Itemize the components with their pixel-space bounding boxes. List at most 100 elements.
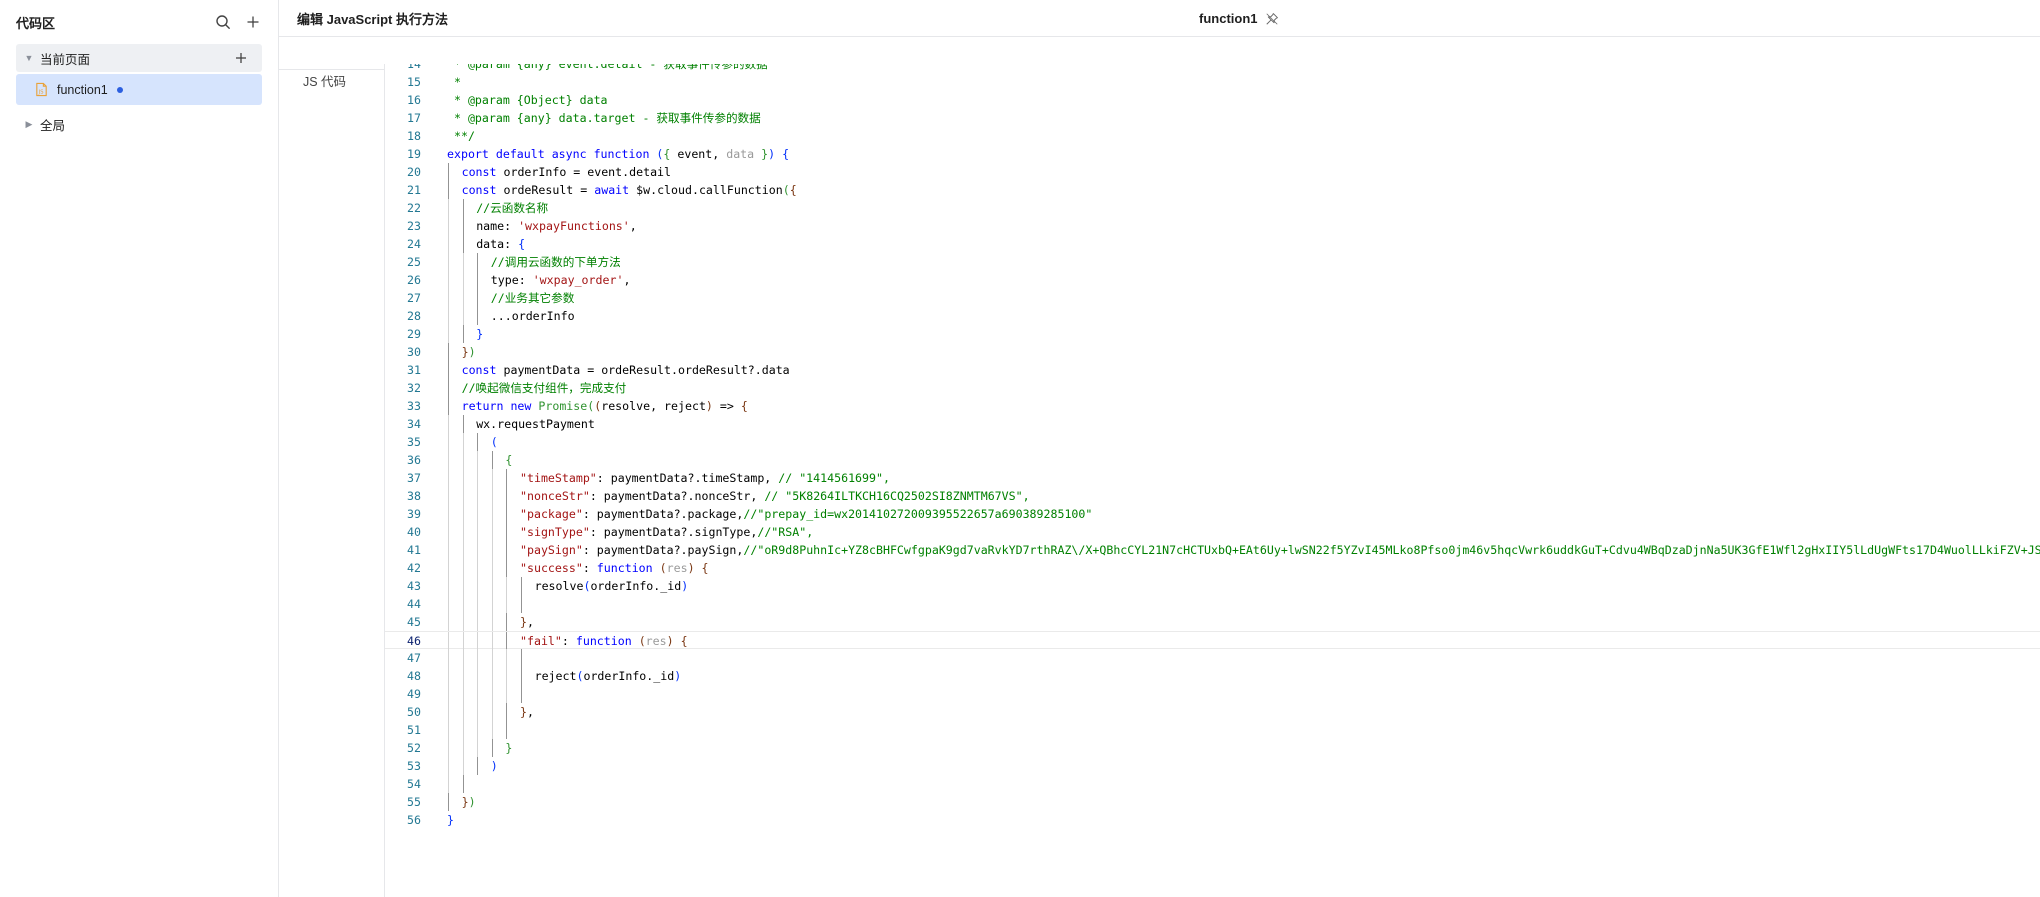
file-item-function1[interactable]: JS function1 — [16, 74, 262, 105]
indent-guide — [477, 271, 479, 289]
line-number: 18 — [407, 129, 421, 143]
sidebar-title: 代码区 — [16, 15, 56, 31]
code-line[interactable]: 25 //调用云函数的下单方法 — [385, 253, 2040, 271]
code-line[interactable]: 50}, — [385, 703, 2040, 721]
code-token: : paymentData?.package, — [582, 507, 744, 521]
indent-guide — [448, 703, 449, 721]
add-function-plus-icon[interactable] — [226, 43, 256, 73]
indent-guide — [477, 667, 479, 685]
code-line[interactable]: 51 — [385, 721, 2040, 739]
code-line[interactable]: 35 ( — [385, 433, 2040, 451]
code-line[interactable]: 14 * @param {any} event.detail - 获取事件传参的… — [385, 64, 2040, 73]
line-number: 51 — [407, 723, 421, 737]
code-line[interactable]: 21 const ordeResult = await $w.cloud.call… — [385, 181, 2040, 199]
indent-guide — [462, 703, 464, 721]
code-line[interactable]: 22 //云函数名称 — [385, 199, 2040, 217]
code-line[interactable]: 18 **/ — [385, 127, 2040, 145]
indent-guide — [506, 505, 508, 523]
code-token: ) — [666, 634, 674, 648]
indent-guide — [491, 577, 493, 595]
indent-guide — [462, 289, 464, 307]
code-token: const — [461, 363, 504, 377]
code-editor[interactable]: 14 * @param {any} event.detail - 获取事件传参的… — [384, 64, 2040, 897]
indent-guide — [462, 541, 464, 559]
code-line[interactable]: 49 — [385, 685, 2040, 703]
tree-group-current-page[interactable]: ▼ 当前页面 — [16, 44, 262, 72]
indent-guide — [448, 721, 449, 739]
indent-guide — [521, 649, 522, 667]
code-line[interactable]: 28 ...orderInfo — [385, 307, 2040, 325]
code-line[interactable]: 34 wx.requestPayment — [385, 415, 2040, 433]
code-token: : paymentData?.paySign, — [582, 543, 744, 557]
code-token: export default async function — [447, 147, 657, 161]
indent-guide — [448, 541, 449, 559]
code-line[interactable]: 32 //唤起微信支付组件，完成支付 — [385, 379, 2040, 397]
line-number: 35 — [407, 435, 421, 449]
indent-guide — [491, 487, 493, 505]
code-text: }, — [520, 703, 534, 721]
code-line[interactable]: 23 name: 'wxpayFunctions', — [385, 217, 2040, 235]
caret-down-icon[interactable]: ▼ — [22, 53, 36, 63]
search-icon[interactable] — [208, 7, 238, 37]
code-text: }) — [462, 343, 476, 361]
code-token: * — [447, 75, 461, 89]
code-line[interactable]: 52} — [385, 739, 2040, 757]
code-line[interactable]: 30}) — [385, 343, 2040, 361]
code-line[interactable]: 44 — [385, 595, 2040, 613]
code-line[interactable]: 38 "nonceStr": paymentData?.nonceStr, // … — [385, 487, 2040, 505]
code-line[interactable]: 54 — [385, 775, 2040, 793]
code-line[interactable]: 37 "timeStamp": paymentData?.timeStamp, /… — [385, 469, 2040, 487]
indent-guide — [462, 523, 464, 541]
line-number: 30 — [407, 345, 421, 359]
code-token: { — [505, 453, 513, 467]
code-text: } — [476, 325, 483, 343]
code-line[interactable]: 29} — [385, 325, 2040, 343]
tree-group-global[interactable]: ▶ 全局 — [16, 110, 262, 138]
caret-right-icon[interactable]: ▶ — [22, 119, 36, 130]
code-token: "timeStamp" — [520, 471, 597, 485]
code-token: ) — [468, 795, 476, 809]
code-line[interactable]: 39 "package": paymentData?.package,//"pre… — [385, 505, 2040, 523]
code-text: * @param {any} data.target - 获取事件传参的数据 — [447, 109, 761, 127]
code-line[interactable]: 45}, — [385, 613, 2040, 631]
line-number: 50 — [407, 705, 421, 719]
code-token: , — [629, 219, 637, 233]
code-line[interactable]: 19 export default async function ({ event… — [385, 145, 2040, 163]
code-line[interactable]: 56} — [385, 811, 2040, 829]
tab-function1[interactable]: function1 — [1199, 0, 1279, 37]
code-token: : paymentData?.timeStamp, — [596, 471, 779, 485]
indent-guide — [462, 235, 464, 253]
code-line[interactable]: 40 "signType": paymentData?.signType,//"R… — [385, 523, 2040, 541]
code-line[interactable]: 16 * @param {Object} data — [385, 91, 2040, 109]
code-token: ) — [687, 561, 695, 575]
indent-guide — [521, 595, 522, 613]
indent-guide — [448, 343, 449, 361]
plus-icon[interactable] — [238, 7, 268, 37]
code-line[interactable]: 15 * — [385, 73, 2040, 91]
code-token: * @param {Object} data — [447, 93, 608, 107]
code-line[interactable]: 53) — [385, 757, 2040, 775]
code-line[interactable]: 42 "success": function (res) { — [385, 559, 2040, 577]
code-line[interactable]: 46 "fail": function (res) { — [385, 631, 2040, 650]
code-text: resolve(orderInfo._id) — [535, 577, 689, 595]
line-number: 44 — [407, 597, 421, 611]
code-line[interactable]: 26 type: 'wxpay_order', — [385, 271, 2040, 289]
code-line[interactable]: 48 reject(orderInfo._id) — [385, 667, 2040, 685]
code-line[interactable]: 55}) — [385, 793, 2040, 811]
code-line[interactable]: 47 — [385, 649, 2040, 667]
code-line[interactable]: 27 //业务其它参数 — [385, 289, 2040, 307]
pin-icon[interactable] — [1265, 12, 1279, 26]
indent-guide — [506, 541, 508, 559]
indent-guide — [448, 559, 449, 577]
code-line[interactable]: 24 data: { — [385, 235, 2040, 253]
code-line[interactable]: 20 const orderInfo = event.detail — [385, 163, 2040, 181]
code-token: : — [561, 634, 576, 648]
code-line[interactable]: 31 const paymentData = ordeResult.ordeRes… — [385, 361, 2040, 379]
indent-guide — [462, 632, 464, 650]
code-line[interactable]: 41 "paySign": paymentData?.paySign,//"oR9… — [385, 541, 2040, 559]
code-line[interactable]: 43 resolve(orderInfo._id) — [385, 577, 2040, 595]
code-line[interactable]: 17 * @param {any} data.target - 获取事件传参的数… — [385, 109, 2040, 127]
code-line[interactable]: 33 return new Promise((resolve, reject) =… — [385, 397, 2040, 415]
indent-guide — [491, 721, 493, 739]
code-line[interactable]: 36 { — [385, 451, 2040, 469]
